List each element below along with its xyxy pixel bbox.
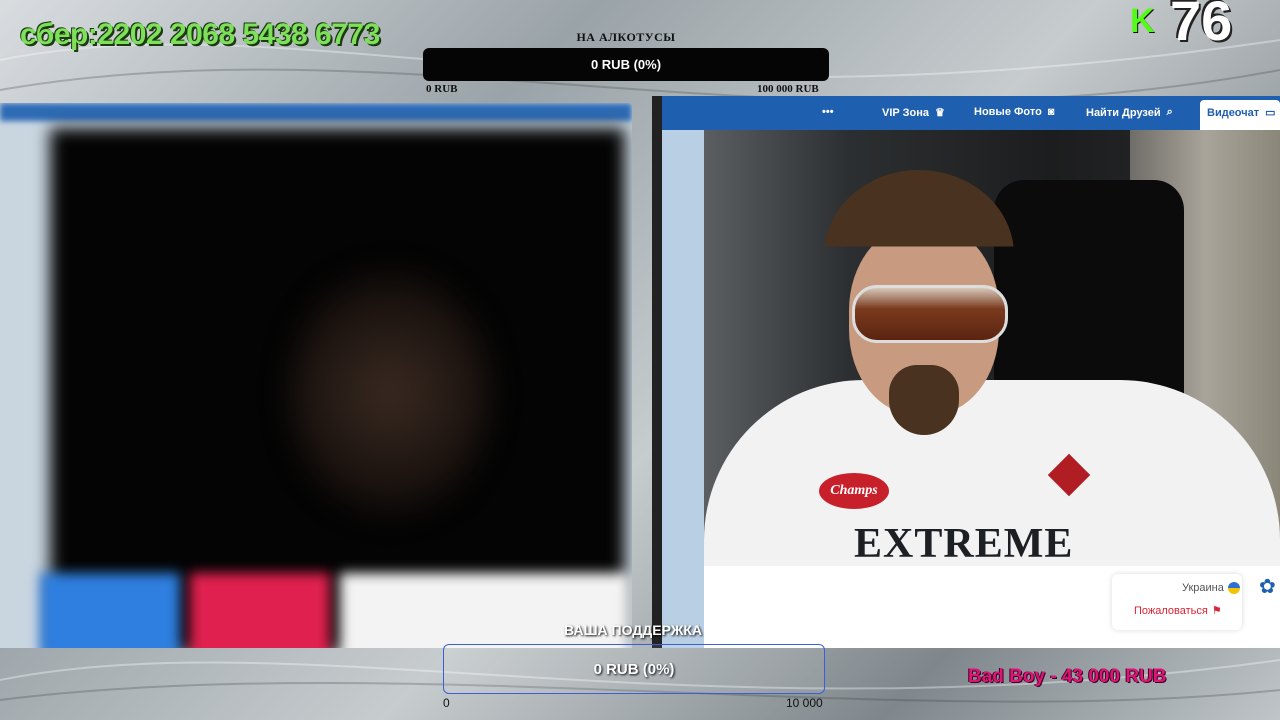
camera-icon: ◙ xyxy=(1047,106,1055,118)
top-donor: Bad Boy - 43 000 RUB xyxy=(968,666,1167,687)
nav-find-friends[interactable]: Найти Друзей ⌕ xyxy=(1086,106,1173,119)
goggles xyxy=(852,285,1008,343)
site-side-pane xyxy=(662,130,704,648)
goal-max-label: 100 000 RUB xyxy=(757,83,819,95)
more-icon: ••• xyxy=(822,106,834,118)
search-icon: ⌕ xyxy=(1166,106,1173,118)
partner-info-card: Украина Пожаловаться ⚑ xyxy=(1112,574,1242,630)
nav-vip-zone[interactable]: VIP Зона ♛ xyxy=(882,106,945,120)
videochat-site: ••• VIP Зона ♛ Новые Фото ◙ Найти Друзей… xyxy=(662,96,1280,648)
kick-logo-icon: K xyxy=(1130,2,1155,40)
streamer-camera: Champs EXTREME xyxy=(704,130,1280,566)
nav-videochat-label: Видеочат xyxy=(1207,106,1260,119)
blurred-header xyxy=(0,103,632,121)
goal-min-label: 0 RUB xyxy=(426,83,458,95)
partner-country: Украина xyxy=(1182,582,1240,594)
support-max-label: 10 000 xyxy=(786,696,823,710)
goal-title: НА АЛКОТУСЫ xyxy=(576,30,676,44)
card-number: сбер:2202 2068 5438 6773 xyxy=(20,18,380,51)
report-label: Пожаловаться xyxy=(1134,604,1208,617)
settings-gear-icon[interactable]: ✿ xyxy=(1259,574,1276,598)
window-divider xyxy=(652,96,662,648)
site-navbar: ••• VIP Зона ♛ Новые Фото ◙ Найти Друзей… xyxy=(662,96,1280,130)
crown-icon: ♛ xyxy=(934,107,945,119)
ukraine-flag-icon xyxy=(1227,582,1240,594)
partner-video-blurred xyxy=(0,103,632,648)
nav-videochat[interactable]: Видеочат ▭ xyxy=(1207,106,1276,120)
video-icon: ▭ xyxy=(1265,107,1276,119)
support-title: ВАША ПОДДЕРЖКА xyxy=(563,622,703,638)
blurred-face xyxy=(290,273,490,513)
support-progress-text: 0 RUB (0%) xyxy=(593,660,675,678)
nav-friends-label: Найти Друзей xyxy=(1086,106,1161,119)
flag-icon: ⚑ xyxy=(1211,605,1222,617)
goal-progress-text: 0 RUB (0%) xyxy=(590,57,662,72)
shirt-patch: Champs xyxy=(819,473,889,509)
beard xyxy=(889,365,959,435)
country-label: Украина xyxy=(1182,582,1224,594)
report-button[interactable]: Пожаловаться ⚑ xyxy=(1134,604,1222,618)
nav-photos-label: Новые Фото xyxy=(974,106,1042,118)
goal-progress-bar: 0 RUB (0%) xyxy=(423,48,829,81)
nav-more[interactable]: ••• xyxy=(822,106,834,118)
nav-vip-label: VIP Зона xyxy=(882,106,929,119)
viewer-count: 76 xyxy=(1170,0,1233,52)
shirt-brand-text: EXTREME xyxy=(854,521,1074,566)
support-min-label: 0 xyxy=(443,696,450,710)
blurred-blue-button xyxy=(40,573,180,648)
blurred-red-button xyxy=(190,573,330,648)
support-progress-bar: 0 RUB (0%) xyxy=(443,644,825,694)
nav-new-photos[interactable]: Новые Фото ◙ xyxy=(974,106,1054,118)
